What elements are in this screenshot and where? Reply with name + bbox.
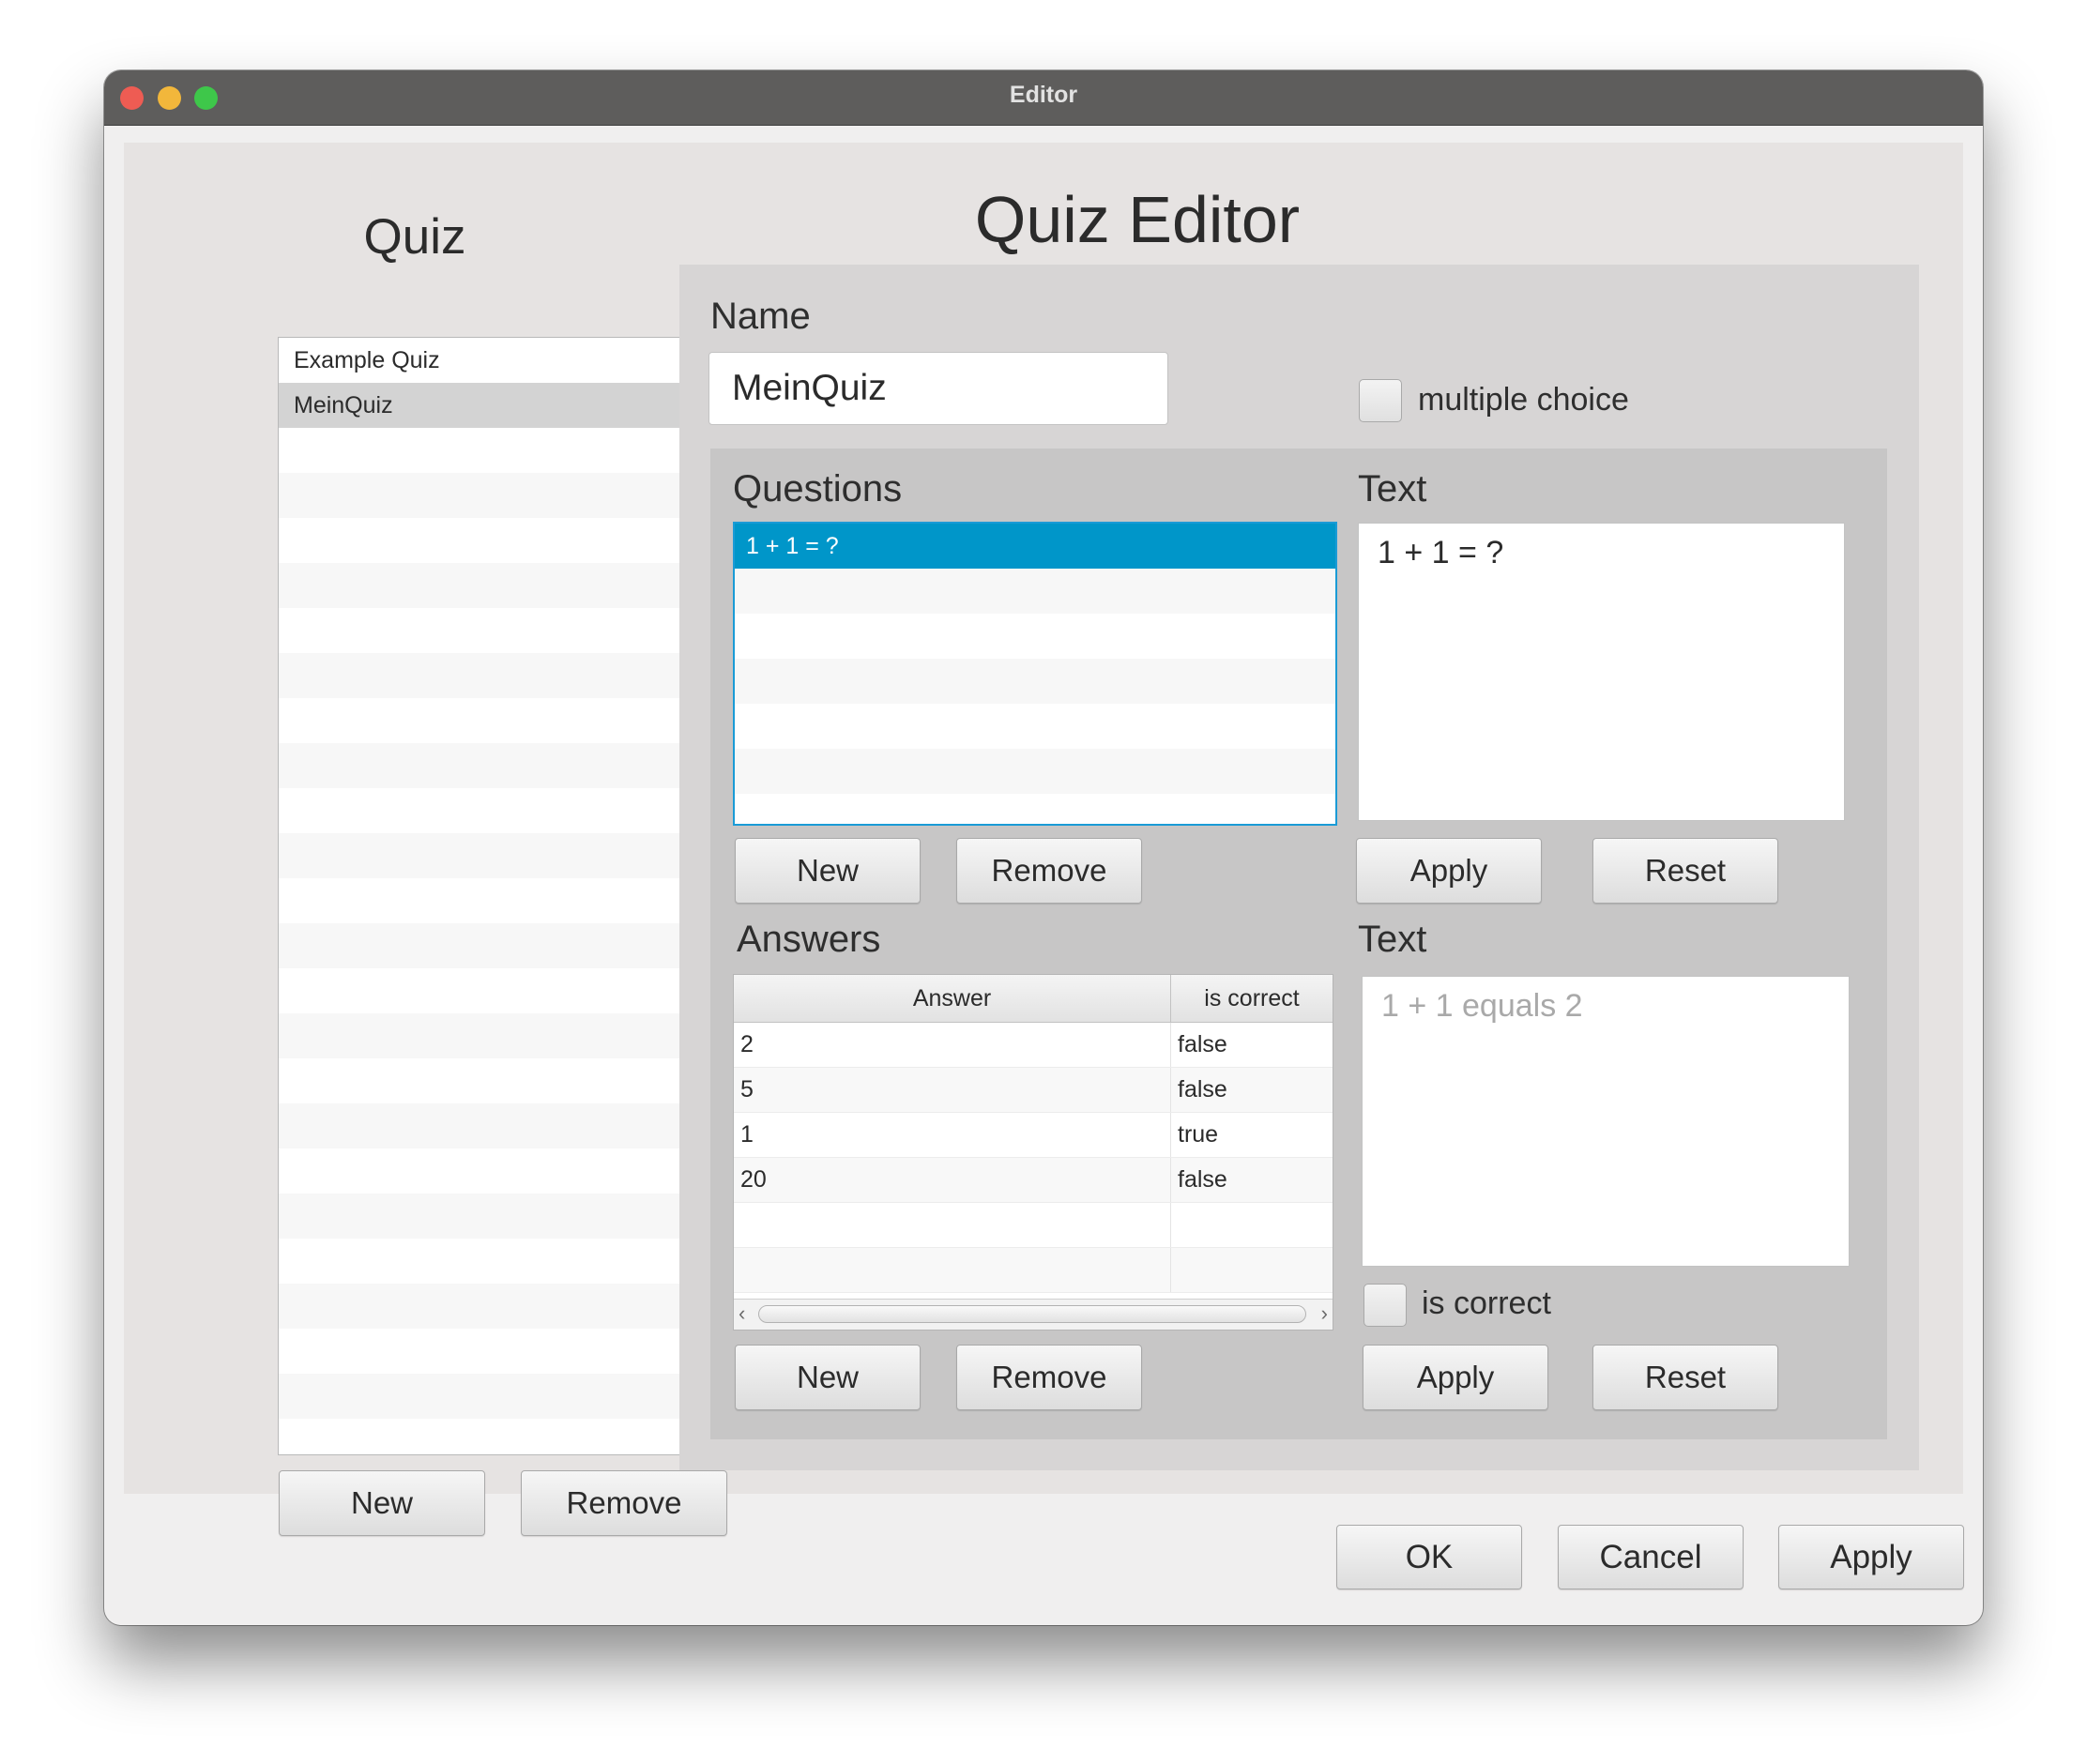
answer-empty-row xyxy=(734,1203,1333,1248)
answer-cell: 20 xyxy=(734,1158,1171,1202)
is-correct-cell: true xyxy=(1178,1121,1219,1148)
scrollbar-thumb[interactable] xyxy=(758,1305,1306,1323)
answer-reset-button[interactable]: Reset xyxy=(1592,1345,1778,1410)
question-apply-button[interactable]: Apply xyxy=(1356,838,1542,904)
answer-cell xyxy=(734,1248,1171,1292)
is-correct-cell xyxy=(1171,1248,1333,1292)
is-correct-label: is correct xyxy=(1422,1285,1551,1321)
column-header-is-correct[interactable]: is correct xyxy=(1171,975,1333,1022)
answers-table-header: Answer is correct xyxy=(734,975,1333,1023)
answer-apply-button[interactable]: Apply xyxy=(1363,1345,1548,1410)
question-list-item[interactable]: 1 + 1 = ? xyxy=(735,524,1335,569)
question-reset-button[interactable]: Reset xyxy=(1592,838,1778,904)
is-correct-cell: false xyxy=(1178,1166,1227,1193)
answer-row[interactable]: 5 false xyxy=(734,1068,1333,1113)
question-list-empty-row xyxy=(735,569,1335,614)
answer-cell: 1 xyxy=(734,1113,1171,1157)
question-remove-button[interactable]: Remove xyxy=(956,838,1142,904)
answer-cell: 5 xyxy=(734,1068,1171,1112)
multiple-choice-checkbox[interactable] xyxy=(1359,379,1402,422)
title-bar: Editor xyxy=(104,70,1983,126)
horizontal-scrollbar[interactable]: ‹ › xyxy=(734,1299,1333,1330)
scroll-left-icon[interactable]: ‹ xyxy=(739,1301,745,1326)
question-list-empty-row xyxy=(735,659,1335,704)
window-title: Editor xyxy=(1009,82,1078,108)
is-correct-cell xyxy=(1171,1203,1333,1247)
questions-label: Questions xyxy=(733,468,903,509)
answers-table[interactable]: Answer is correct 2 false 5 false 1 true 20 fal… xyxy=(733,974,1333,1331)
answers-label: Answers xyxy=(737,919,881,960)
answer-row[interactable]: 20 false xyxy=(734,1158,1333,1203)
answer-cell xyxy=(734,1203,1171,1247)
answers-table-body: 2 false 5 false 1 true 20 false xyxy=(734,1023,1333,1293)
question-text-area[interactable]: 1 + 1 = ? xyxy=(1358,523,1845,821)
multiple-choice-label: multiple choice xyxy=(1418,382,1629,418)
is-correct-cell: false xyxy=(1178,1076,1227,1102)
question-list-empty-row xyxy=(735,749,1335,794)
questions-list[interactable]: 1 + 1 = ? xyxy=(733,522,1337,826)
name-field[interactable]: MeinQuiz xyxy=(708,352,1168,425)
editor-layer: Name MeinQuiz multiple choice Questions … xyxy=(124,143,1964,1589)
is-correct-cell: false xyxy=(1178,1031,1227,1057)
answer-empty-row xyxy=(734,1248,1333,1293)
name-label: Name xyxy=(710,296,811,337)
question-text-label: Text xyxy=(1358,468,1427,509)
scroll-right-icon[interactable]: › xyxy=(1321,1301,1328,1326)
question-list-empty-row xyxy=(735,794,1335,824)
answer-text-area[interactable]: 1 + 1 equals 2 xyxy=(1362,976,1850,1267)
answer-text-label: Text xyxy=(1358,919,1427,960)
answer-row[interactable]: 2 false xyxy=(734,1023,1333,1068)
cancel-button[interactable]: Cancel xyxy=(1558,1525,1744,1589)
question-list-empty-row xyxy=(735,704,1335,749)
ok-button[interactable]: OK xyxy=(1336,1525,1522,1589)
answer-cell: 2 xyxy=(734,1023,1171,1067)
dialog-apply-button[interactable]: Apply xyxy=(1778,1525,1964,1589)
answer-row[interactable]: 1 true xyxy=(734,1113,1333,1158)
is-correct-checkbox[interactable] xyxy=(1363,1284,1407,1327)
question-list-empty-row xyxy=(735,614,1335,659)
answer-remove-button[interactable]: Remove xyxy=(956,1345,1142,1410)
question-new-button[interactable]: New xyxy=(735,838,921,904)
column-header-answer[interactable]: Answer xyxy=(734,975,1171,1022)
answer-new-button[interactable]: New xyxy=(735,1345,921,1410)
